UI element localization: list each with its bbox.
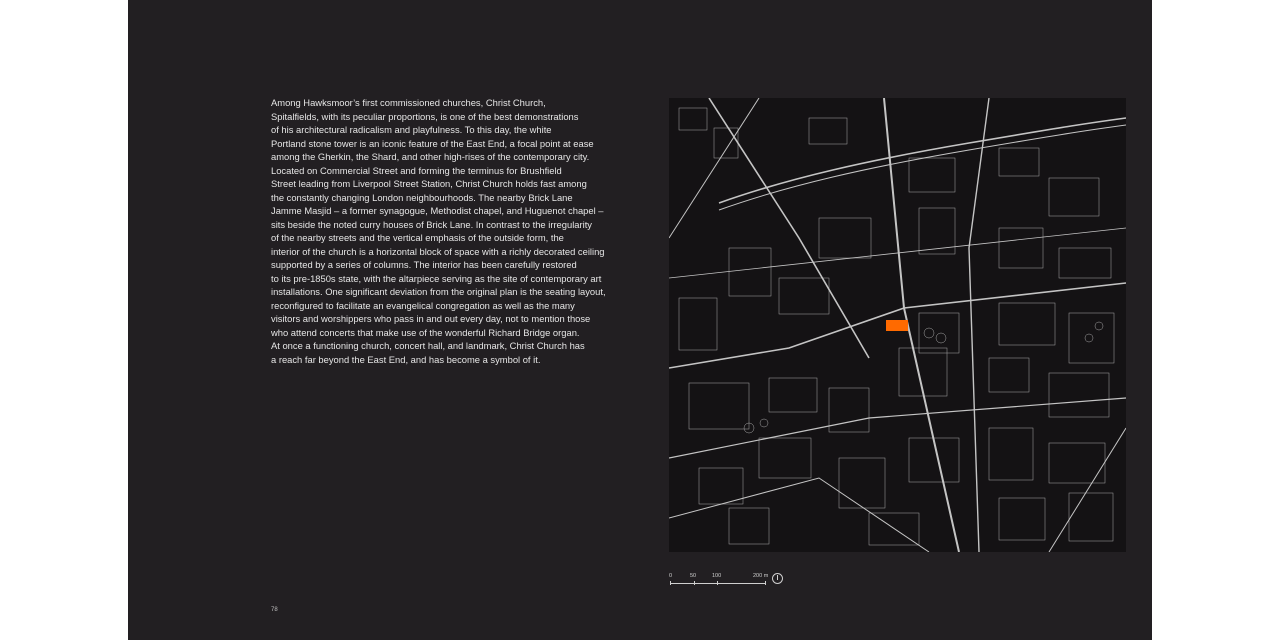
scale-label-0: 0 — [669, 573, 673, 579]
text-line: among the Gherkin, the Shard, and other … — [271, 151, 590, 162]
scale-label-100: 100 — [712, 573, 722, 579]
text-line: interior of the church is a horizontal b… — [271, 245, 605, 257]
text-line: Spitalfields, with its peculiar proporti… — [271, 110, 579, 122]
text-line: of his architectural radicalism and play… — [271, 124, 552, 135]
text-line: of the nearby streets and the vertical e… — [271, 232, 564, 243]
street-plan — [669, 98, 1126, 552]
body-paragraph: Among Hawksmoor’s first commissioned chu… — [271, 96, 621, 366]
text-line: who attend concerts that make use of the… — [271, 326, 580, 338]
scale-label-50: 50 — [690, 573, 697, 579]
text-line: Street leading from Liverpool Street Sta… — [271, 178, 587, 189]
text-line: Jamme Masjid – a former synagogue, Metho… — [271, 205, 604, 216]
text-line: supported by a series of columns. The in… — [271, 259, 577, 270]
scale-tick — [694, 581, 695, 585]
scale-tick — [765, 581, 766, 585]
text-line: Among Hawksmoor’s first commissioned chu… — [271, 97, 546, 108]
site-map — [669, 98, 1126, 552]
christ-church-highlight — [886, 320, 908, 331]
north-arrow-icon — [772, 573, 783, 584]
text-line: sits beside the noted curry houses of Br… — [271, 218, 592, 230]
text-line: At once a functioning church, concert ha… — [271, 340, 585, 351]
text-line: visitors and worshippers who pass in and… — [271, 313, 591, 324]
text-line: installations. One significant deviation… — [271, 286, 606, 297]
text-line: a reach far beyond the East End, and has… — [271, 353, 541, 365]
text-line: the constantly changing London neighbour… — [271, 191, 573, 203]
text-line: Located on Commercial Street and forming… — [271, 164, 562, 176]
scale-tick — [717, 581, 718, 585]
text-line: Portland stone tower is an iconic featur… — [271, 137, 594, 149]
book-spread: Among Hawksmoor’s first commissioned chu… — [128, 0, 1152, 640]
scale-bar: 0 50 100 200 m — [669, 570, 799, 590]
scale-line — [670, 583, 766, 584]
scale-tick — [670, 581, 671, 585]
text-line: to its pre-1850s state, with the altarpi… — [271, 272, 602, 284]
text-line: reconfigured to facilitate an evangelica… — [271, 299, 575, 311]
page-number: 78 — [271, 607, 278, 613]
scale-label-200: 200 m — [753, 573, 769, 579]
